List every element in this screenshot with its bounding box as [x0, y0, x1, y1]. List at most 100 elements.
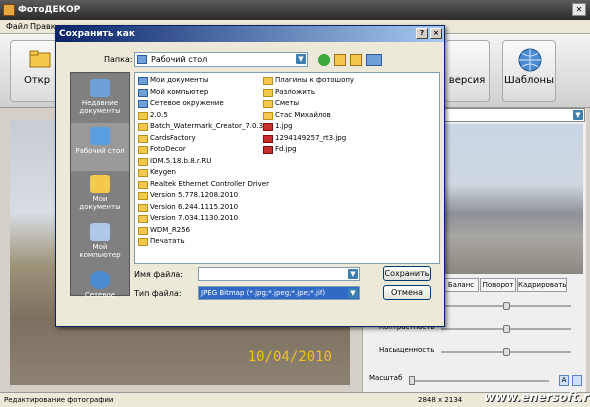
jpg-file-icon: [263, 146, 273, 154]
help-button[interactable]: ?: [416, 28, 428, 39]
folder-icon: [138, 146, 148, 154]
view-menu-icon[interactable]: [366, 54, 382, 66]
zoom-track[interactable]: [409, 380, 549, 382]
zoom-row: Масштаб A: [369, 374, 583, 388]
zoom-actual-icon[interactable]: [572, 375, 582, 386]
status-text: Редактирование фотографии: [4, 396, 114, 404]
file-name: Realtek Ethernet Controller Driver: [150, 179, 269, 188]
zoom-thumb[interactable]: [409, 376, 415, 385]
folder-icon: [263, 111, 273, 120]
recent-documents-icon: [90, 79, 110, 97]
slider-thumb[interactable]: [503, 348, 510, 356]
folder-label: Папка:: [104, 55, 133, 64]
tab-crop[interactable]: Кадрировать: [517, 278, 567, 292]
file-name: Сетевое окружение: [150, 99, 224, 107]
desktop-icon: [90, 127, 110, 145]
save-as-dialog: Сохранить как ? × Папка: Рабочий стол ▼ …: [55, 25, 445, 327]
tab-rotate[interactable]: Поворот: [480, 278, 516, 292]
photo-preview-right: [443, 124, 583, 274]
system-folder-icon: [138, 77, 148, 85]
slider-row-saturation: Насыщенность: [379, 346, 579, 358]
chevron-down-icon[interactable]: ▼: [348, 288, 358, 298]
main-title-bar: ФотоДЕКОР ✕: [0, 0, 590, 20]
version-label: версия: [448, 75, 486, 86]
file-name: Сметы: [275, 99, 300, 107]
file-name: FotoDecor: [150, 145, 186, 153]
place-computer[interactable]: Мой компьютер: [71, 219, 129, 267]
file-name: 1294149257_rt3.jpg: [275, 133, 347, 142]
zoom-fit-icon[interactable]: A: [559, 375, 569, 386]
folder-icon: [263, 77, 273, 85]
file-name: Batch_Watermark_Creator_7.0.3: [150, 122, 264, 130]
computer-icon: [90, 223, 110, 241]
folder-value: Рабочий стол: [151, 55, 208, 64]
system-folder-icon: [138, 88, 148, 97]
slider-label: Насыщенность: [379, 346, 435, 354]
filetype-select[interactable]: JPEG Bitmap (*.jpg;*.jpeg;*.jpe;*.jif) ▼: [198, 286, 360, 300]
folder-icon: [138, 192, 148, 200]
app-title: ФотоДЕКОР: [18, 5, 81, 15]
place-label: Сетевое: [84, 291, 116, 299]
places-bar: Недавние документы Рабочий стол Мои доку…: [70, 72, 130, 299]
chevron-down-icon[interactable]: ▼: [573, 110, 583, 120]
place-documents[interactable]: Мои документы: [71, 171, 129, 219]
folder-icon: [138, 180, 148, 189]
filetype-label: Тип файла:: [134, 289, 182, 298]
slider-track[interactable]: [441, 348, 571, 356]
tab-balance[interactable]: Баланс: [443, 278, 479, 292]
file-name: Печатать: [150, 237, 185, 245]
folder-icon: [138, 169, 148, 177]
slider-thumb[interactable]: [503, 302, 510, 310]
system-folder-icon: [138, 100, 148, 108]
globe-icon: [518, 48, 542, 72]
place-recent[interactable]: Недавние документы: [71, 75, 129, 123]
app-icon: [3, 4, 15, 16]
file-name: IDM.5.18.b.8.r.RU: [150, 156, 212, 165]
chevron-down-icon[interactable]: ▼: [296, 54, 306, 64]
folder-icon: [263, 100, 273, 108]
version-button[interactable]: версия: [445, 40, 490, 102]
close-window-button[interactable]: ✕: [572, 3, 586, 16]
menu-edit[interactable]: Правк: [30, 22, 56, 31]
close-icon[interactable]: ×: [430, 28, 442, 39]
folder-icon: [138, 123, 148, 131]
date-stamp: 10/04/2010: [247, 349, 332, 365]
place-desktop[interactable]: Рабочий стол: [71, 123, 129, 171]
file-name: Version 6.244.1115.2010: [150, 202, 239, 211]
folder-icon: [138, 134, 148, 143]
jpg-file-icon: [263, 123, 273, 131]
save-button[interactable]: Сохранить: [383, 266, 431, 281]
place-network[interactable]: Сетевое: [71, 267, 129, 299]
folder-icon: [138, 157, 148, 166]
file-name: CardsFactory: [150, 133, 196, 142]
my-documents-icon: [90, 175, 110, 193]
place-label: Рабочий стол: [75, 147, 125, 155]
file-name: Мой компьютер: [150, 87, 209, 96]
folder-open-icon: [29, 50, 51, 68]
file-name: Разложить: [275, 87, 316, 96]
file-name: 1.jpg: [275, 122, 293, 130]
filetype-value: JPEG Bitmap (*.jpg;*.jpeg;*.jpe;*.jif): [201, 289, 326, 297]
slider-thumb[interactable]: [503, 325, 510, 333]
folder-icon: [138, 238, 148, 246]
filename-label: Имя файла:: [134, 270, 184, 279]
templates-button[interactable]: Шаблоны: [502, 40, 556, 102]
chevron-down-icon[interactable]: ▼: [348, 269, 358, 279]
file-name: Fd.jpg: [275, 145, 297, 153]
file-name: Стас Михайлов: [275, 110, 331, 119]
file-name: Keygen: [150, 168, 176, 176]
up-folder-icon[interactable]: [334, 54, 346, 66]
filename-input[interactable]: ▼: [198, 267, 360, 281]
place-label: Недавние документы: [79, 99, 121, 115]
templates-label: Шаблоны: [504, 75, 554, 86]
folder-select[interactable]: Рабочий стол ▼: [134, 52, 308, 67]
slider-track[interactable]: [441, 325, 571, 333]
cancel-button[interactable]: Отмена: [383, 285, 431, 300]
back-icon[interactable]: [318, 54, 330, 66]
new-folder-icon[interactable]: [350, 54, 362, 66]
menu-file[interactable]: Файл: [6, 22, 28, 31]
jpg-file-icon: [263, 134, 273, 143]
desktop-icon: [137, 55, 147, 64]
file-name: Плагины к фотошопу: [275, 76, 355, 84]
slider-track[interactable]: [441, 302, 571, 310]
